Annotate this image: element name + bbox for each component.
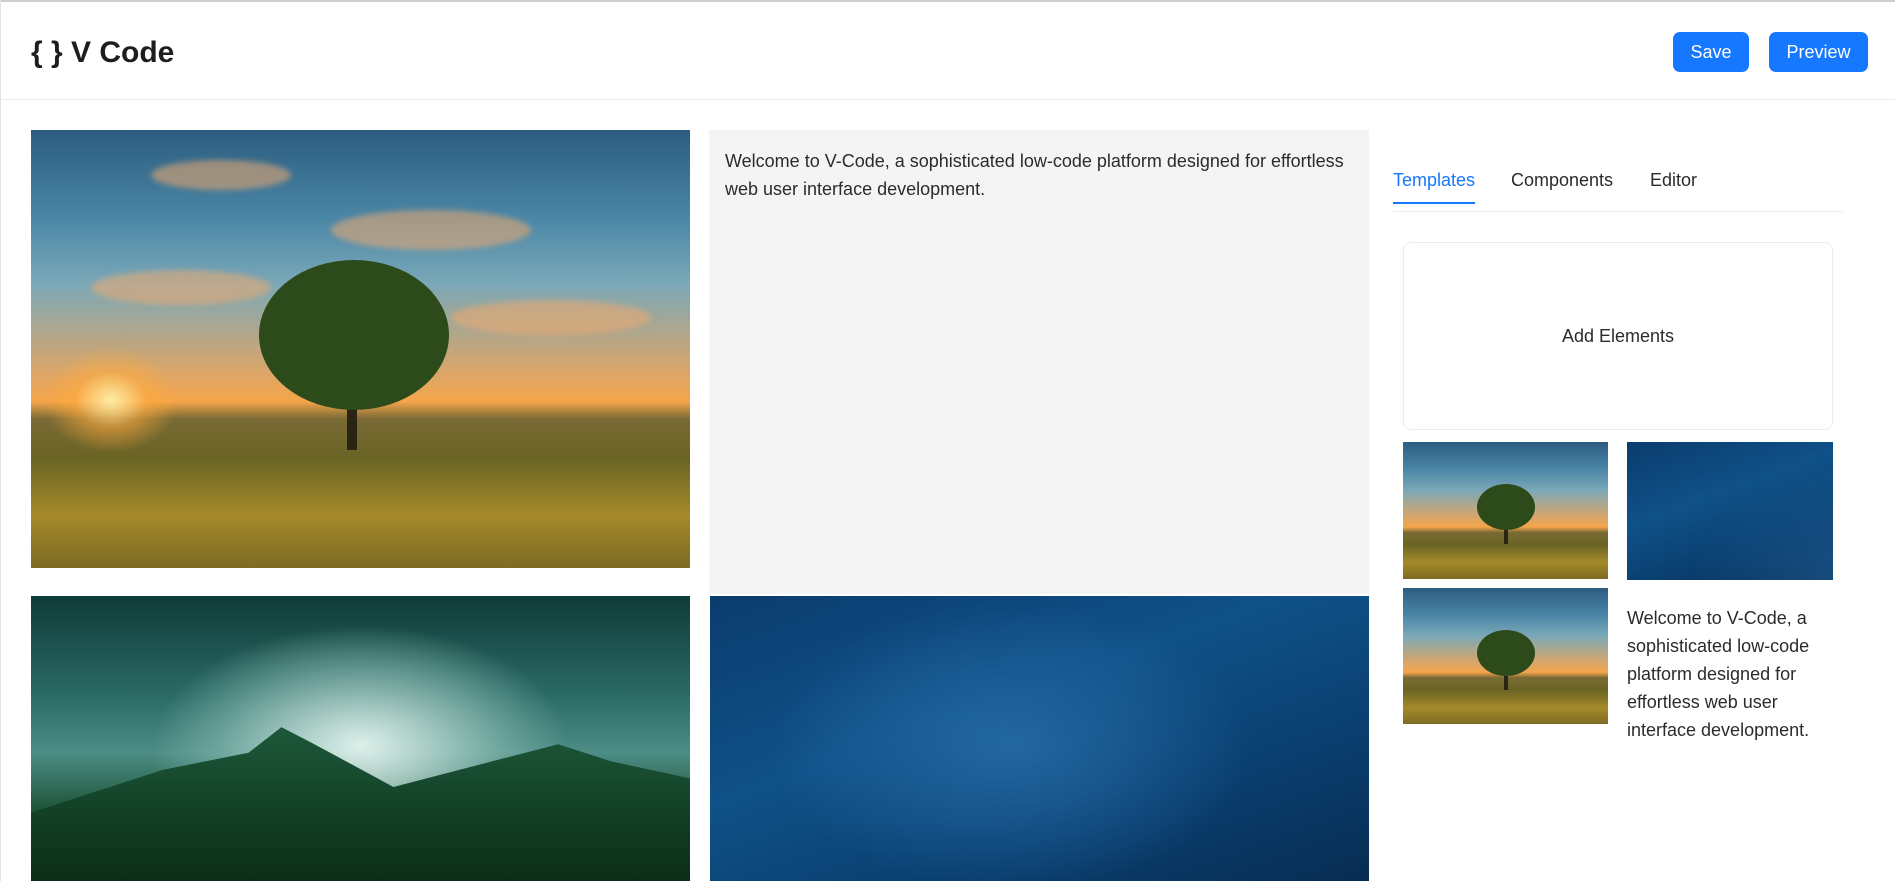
preview-button[interactable]: Preview: [1769, 32, 1868, 72]
sunset-tree-image[interactable]: [31, 130, 690, 568]
template-thumb-blue[interactable]: [1627, 442, 1833, 580]
tab-components[interactable]: Components: [1511, 170, 1613, 202]
template-text[interactable]: Welcome to V-Code, a sophisticated low-c…: [1627, 604, 1827, 744]
template-thumb-sunset[interactable]: [1403, 442, 1608, 579]
window-left-border: [0, 0, 1, 881]
blue-texture-image[interactable]: [710, 596, 1369, 881]
editor-canvas[interactable]: Welcome to V-Code, a sophisticated low-c…: [31, 130, 1369, 881]
panel-tabs: Templates Components Editor: [1393, 170, 1843, 212]
welcome-text-block[interactable]: Welcome to V-Code, a sophisticated low-c…: [709, 130, 1369, 594]
add-elements-dropzone[interactable]: Add Elements: [1403, 242, 1833, 430]
template-thumb-sunset-2[interactable]: [1403, 588, 1608, 724]
tab-templates[interactable]: Templates: [1393, 170, 1476, 204]
save-button[interactable]: Save: [1673, 32, 1749, 72]
misty-mountain-image[interactable]: [31, 596, 690, 881]
app-header: { } V Code Save Preview: [0, 2, 1895, 100]
tab-editor[interactable]: Editor: [1650, 170, 1697, 202]
app-logo: { } V Code: [31, 36, 175, 69]
